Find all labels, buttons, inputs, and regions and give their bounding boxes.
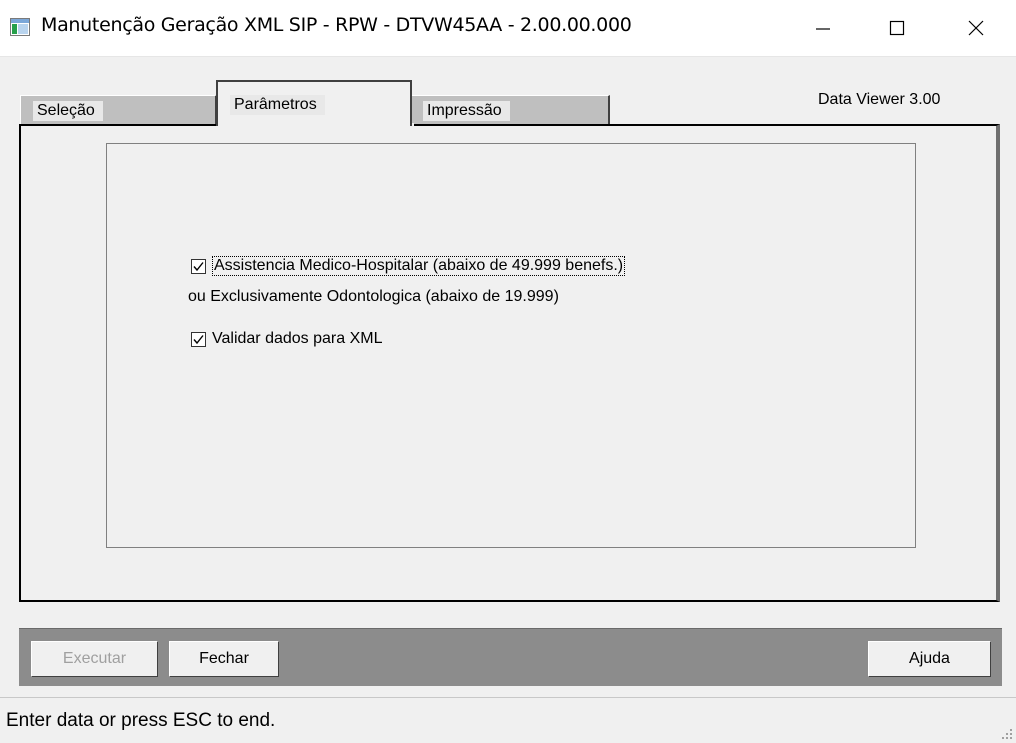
help-button[interactable]: Ajuda	[868, 641, 991, 677]
checkmark-icon	[193, 334, 204, 344]
close-button[interactable]: Fechar	[169, 641, 279, 677]
tab-label: Impressão	[423, 101, 510, 121]
app-window-icon[interactable]	[10, 18, 30, 36]
close-window-button[interactable]	[947, 0, 1005, 56]
execute-button[interactable]: Executar	[31, 641, 158, 677]
checkmark-icon	[193, 261, 204, 271]
maximize-icon	[889, 20, 905, 36]
tab-label: Seleção	[33, 101, 103, 121]
close-icon	[968, 20, 984, 36]
status-bar: Enter data or press ESC to end.	[0, 697, 1016, 743]
maximize-button[interactable]	[868, 0, 926, 56]
minimize-button[interactable]	[794, 0, 852, 56]
tab-label: Parâmetros	[230, 95, 325, 115]
checkbox-label[interactable]: Validar dados para XML	[212, 330, 382, 348]
status-text: Enter data or press ESC to end.	[6, 710, 276, 731]
tab-impressao[interactable]: Impressão	[410, 95, 610, 125]
checkbox-box[interactable]	[191, 331, 206, 347]
window-title: Manutenção Geração XML SIP - RPW - DTVW4…	[41, 14, 632, 36]
button-bar: Executar Fechar Ajuda	[19, 628, 1002, 686]
checkbox-label[interactable]: Assistencia Medico-Hospitalar (abaixo de…	[212, 256, 626, 276]
tab-parametros[interactable]: Parâmetros	[216, 80, 412, 126]
checkbox-validar-xml[interactable]: Validar dados para XML	[191, 330, 382, 348]
tab-selecao[interactable]: Seleção	[20, 95, 217, 125]
title-bar: Manutenção Geração XML SIP - RPW - DTVW4…	[0, 0, 1016, 57]
checkbox-assistencia[interactable]: Assistencia Medico-Hospitalar (abaixo de…	[191, 256, 626, 276]
checkbox-box[interactable]	[191, 258, 206, 274]
resize-grip-icon[interactable]	[1002, 729, 1012, 739]
checkbox-label-continuation: ou Exclusivamente Odontologica (abaixo d…	[188, 288, 559, 305]
data-viewer-version: Data Viewer 3.00	[818, 91, 941, 108]
minimize-icon	[816, 28, 830, 30]
